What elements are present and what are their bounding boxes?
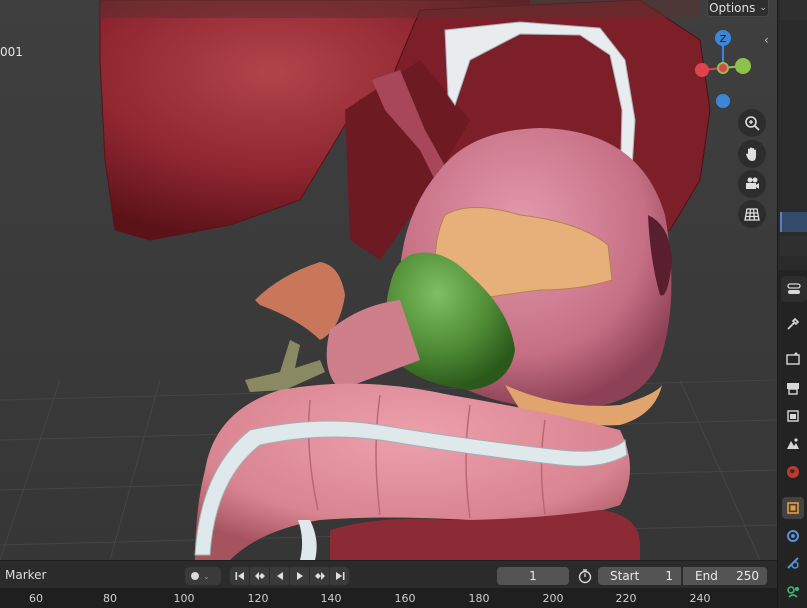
outliner-row-selected[interactable] [780,212,807,232]
3d-viewport[interactable]: 001 Options ⌄ ‹ Z [0,0,777,560]
ruler-tick: 100 [173,592,195,605]
end-label: End [695,569,718,583]
timeline-ruler[interactable]: 60 80 100 120 140 160 180 200 220 240 [0,588,777,608]
properties-sidebar [777,0,807,608]
physics-icon [787,586,799,598]
navigation-gizmo[interactable]: Z [690,28,760,110]
zoom-button[interactable] [738,109,766,137]
record-icon [191,572,199,580]
properties-toggle-button[interactable] [781,276,807,302]
tool-icon [787,317,800,330]
pan-hand-icon [746,147,756,161]
ortho-toggle-button[interactable] [738,200,766,228]
zoom-icon [745,116,760,131]
jump-end-button[interactable] [330,567,349,585]
gizmo-center [717,62,729,74]
options-dropdown[interactable]: Options ⌄ [707,0,769,17]
anatomy-scene[interactable] [0,0,777,560]
scene-icon [787,438,799,449]
play-icon [296,572,303,580]
tab-object[interactable] [782,497,804,519]
outliner-row[interactable] [780,0,807,20]
object-icon [787,502,799,514]
tab-world[interactable] [782,461,804,483]
ruler-tick: 200 [542,592,564,605]
tab-particles[interactable] [782,552,804,574]
view-layer-icon [787,410,799,422]
marker-menu[interactable]: Marker [5,568,46,582]
world-icon [787,466,799,478]
tab-modifier[interactable] [782,525,804,547]
play-reverse-button[interactable] [270,567,289,585]
tab-tool[interactable] [782,313,804,335]
ruler-tick: 140 [320,592,342,605]
next-keyframe-button[interactable] [310,567,329,585]
blender-window: 001 Options ⌄ ‹ Z Marker ⌄ 1 Start 1 End… [0,0,807,608]
outliner-row[interactable] [780,236,807,256]
camera-icon [746,177,759,189]
pan-button[interactable] [738,140,766,168]
ruler-tick: 120 [247,592,269,605]
tab-output[interactable] [782,377,804,399]
timer-icon[interactable] [575,566,595,586]
jump-end-icon [335,572,344,580]
render-icon [786,352,800,365]
grid-ortho-icon [744,208,760,221]
start-frame-field[interactable]: Start 1 [598,567,681,585]
end-frame-field[interactable]: End 250 [683,567,767,585]
end-value: 250 [736,569,759,583]
gizmo-neg-z[interactable] [716,94,730,108]
playback-controls [230,567,349,585]
auto-keying-button[interactable]: ⌄ [185,567,221,585]
tab-physics[interactable] [782,580,804,602]
jump-start-icon [235,572,244,580]
current-frame-field[interactable]: 1 [497,567,569,585]
ruler-tick: 220 [615,592,637,605]
ruler-tick: 160 [394,592,416,605]
next-keyframe-icon [314,572,325,580]
toggle-icon [787,283,801,294]
sidebar-collapse-icon[interactable]: ‹ [764,33,769,47]
modifier-icon [787,530,799,542]
tab-render[interactable] [782,348,804,370]
particles-icon [787,557,799,569]
options-label: Options [709,1,756,15]
tab-view-layer[interactable] [782,405,804,427]
output-icon [787,383,799,395]
jump-start-button[interactable] [230,567,249,585]
frame-counter: 001 [0,45,23,59]
gizmo-y-axis[interactable] [735,58,751,74]
gizmo-x-axis[interactable] [695,63,709,77]
outliner-panel[interactable] [778,0,807,270]
play-reverse-icon [276,572,283,580]
camera-view-button[interactable] [738,170,766,198]
ruler-tick: 80 [103,592,117,605]
play-button[interactable] [290,567,309,585]
prev-keyframe-button[interactable] [250,567,269,585]
ruler-tick: 60 [29,592,43,605]
tab-scene[interactable] [782,433,804,455]
start-value: 1 [665,569,673,583]
prev-keyframe-icon [254,572,265,580]
ruler-tick: 240 [689,592,711,605]
viewport-header-band [100,0,700,18]
chevron-down-icon: ⌄ [203,571,210,581]
timeline-header: Marker ⌄ 1 Start 1 End 250 [0,560,777,588]
ruler-tick: 180 [468,592,490,605]
gizmo-z-label: Z [720,34,727,45]
chevron-down-icon: ⌄ [759,3,767,13]
start-label: Start [610,569,640,583]
